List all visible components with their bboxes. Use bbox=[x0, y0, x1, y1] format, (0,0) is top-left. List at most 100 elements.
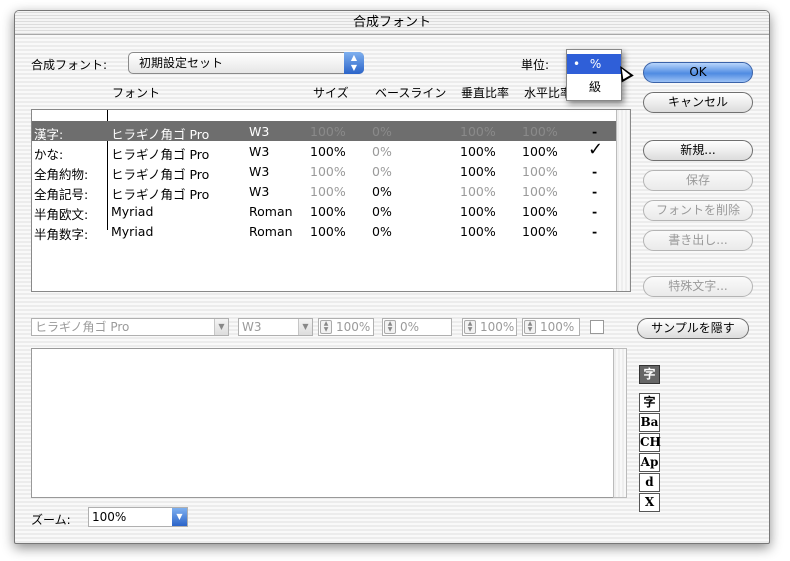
stepper-icon[interactable]: ▲ ▼ bbox=[320, 320, 332, 334]
zoom-field[interactable]: 100% ▼ bbox=[88, 507, 188, 527]
row-font: Myriad bbox=[111, 224, 154, 239]
row-baseline: 0% bbox=[372, 204, 392, 219]
glyph-button[interactable]: d bbox=[639, 473, 660, 492]
unit-option-q[interactable]: 級 bbox=[589, 77, 601, 97]
row-style: W3 bbox=[249, 124, 270, 139]
header-vscale: 垂直比率 bbox=[461, 86, 510, 100]
row-mark: - bbox=[592, 164, 598, 179]
table-row[interactable]: 半角数字: Myriad Roman 100% 0% 100% 100% - bbox=[32, 221, 617, 242]
baseline-field[interactable]: ▲ ▼ 0% bbox=[382, 318, 452, 336]
row-mark: - bbox=[592, 124, 598, 139]
row-hscale: 100% bbox=[522, 204, 558, 219]
stepper-icon[interactable]: ▲ ▼ bbox=[464, 320, 476, 334]
checkbox[interactable] bbox=[590, 320, 604, 334]
row-name: 半角数字: bbox=[34, 227, 89, 242]
header-baseline: ベースライン bbox=[375, 86, 447, 100]
dropdown-arrow-icon: ▼ bbox=[298, 319, 312, 335]
row-hscale: 100% bbox=[522, 164, 558, 179]
save-button[interactable]: 保存 bbox=[643, 170, 753, 191]
export-button[interactable]: 書き出し... bbox=[643, 230, 753, 251]
unit-menu: • % 級 bbox=[566, 49, 622, 101]
cancel-button[interactable]: キャンセル bbox=[643, 92, 753, 113]
preview-scrollbar[interactable] bbox=[613, 348, 627, 498]
glyph-button[interactable]: CH bbox=[639, 433, 661, 452]
glyph-button[interactable]: Ba bbox=[639, 413, 660, 432]
row-vscale: 100% bbox=[460, 184, 496, 199]
row-baseline: 0% bbox=[372, 164, 392, 179]
font-family-value: ヒラギノ角ゴ Pro bbox=[35, 320, 130, 334]
row-baseline: 0% bbox=[372, 224, 392, 239]
row-vscale: 100% bbox=[460, 204, 496, 219]
row-vscale: 100% bbox=[460, 164, 496, 179]
header-font: フォント bbox=[112, 86, 161, 100]
row-mark: - bbox=[592, 204, 598, 219]
hide-sample-button[interactable]: サンプルを隠す bbox=[637, 318, 749, 339]
dropdown-arrow-icon: ▼ bbox=[214, 319, 228, 335]
row-mark: - bbox=[592, 184, 598, 199]
stepper-icon[interactable]: ▲ ▼ bbox=[384, 320, 396, 334]
row-hscale: 100% bbox=[522, 184, 558, 199]
popup-arrows-icon: ▲ ▼ bbox=[344, 52, 364, 74]
special-characters-button[interactable]: 特殊文字... bbox=[643, 276, 753, 297]
baseline-value: 0% bbox=[400, 320, 420, 334]
size-value: 100% bbox=[336, 320, 371, 334]
font-style-field[interactable]: W3 ▼ bbox=[238, 318, 313, 336]
font-style-value: W3 bbox=[242, 320, 262, 334]
vscale-field[interactable]: ▲ ▼ 100% bbox=[462, 318, 517, 336]
new-button[interactable]: 新規... bbox=[643, 140, 753, 161]
row-hscale: 100% bbox=[522, 224, 558, 239]
table-row[interactable]: かな: ヒラギノ角ゴ Pro W3 100% 0% 100% 100% ✓ bbox=[32, 139, 617, 162]
size-field[interactable]: ▲ ▼ 100% bbox=[318, 318, 374, 336]
row-baseline: 0% bbox=[372, 124, 392, 139]
composite-font-label: 合成フォント: bbox=[31, 58, 108, 72]
ok-button[interactable]: OK bbox=[643, 62, 753, 83]
unit-option-percent[interactable]: • % bbox=[567, 54, 621, 74]
row-vscale: 100% bbox=[460, 124, 496, 139]
row-baseline: 0% bbox=[372, 144, 392, 159]
table-row[interactable]: 全角約物: ヒラギノ角ゴ Pro W3 100% 0% 100% 100% - bbox=[32, 161, 617, 182]
table-row[interactable]: 全角記号: ヒラギノ角ゴ Pro W3 100% 0% 100% 100% - bbox=[32, 181, 617, 202]
row-style: W3 bbox=[249, 184, 270, 199]
dropdown-arrow-icon: ▼ bbox=[172, 508, 187, 526]
table-scrollbar[interactable] bbox=[616, 110, 630, 291]
header-size: サイズ bbox=[313, 86, 349, 100]
font-settings-table: 漢字: ヒラギノ角ゴ Pro W3 100% 0% 100% 100% - かな… bbox=[31, 109, 631, 292]
hscale-value: 100% bbox=[540, 320, 575, 334]
row-size: 100% bbox=[310, 204, 346, 219]
row-style: W3 bbox=[249, 144, 270, 159]
delete-font-button[interactable]: フォントを削除 bbox=[643, 200, 753, 221]
unit-option-label: % bbox=[589, 57, 602, 71]
row-font: Myriad bbox=[111, 204, 154, 219]
glyph-button[interactable]: X bbox=[639, 493, 660, 512]
row-size: 100% bbox=[310, 184, 346, 199]
table-row[interactable]: 漢字: ヒラギノ角ゴ Pro W3 100% 0% 100% 100% - bbox=[32, 121, 617, 142]
composite-font-value: 初期設定セット bbox=[139, 56, 224, 70]
check-mark-icon: ✓ bbox=[588, 139, 604, 160]
row-vscale: 100% bbox=[460, 144, 496, 159]
hscale-field[interactable]: ▲ ▼ 100% bbox=[522, 318, 580, 336]
composite-font-popup[interactable]: 初期設定セット ▲ ▼ bbox=[128, 52, 364, 74]
row-style: Roman bbox=[249, 204, 293, 219]
table-row[interactable]: 半角欧文: Myriad Roman 100% 0% 100% 100% - bbox=[32, 201, 617, 222]
unit-label: 単位: bbox=[521, 58, 550, 72]
zoom-label: ズーム: bbox=[31, 513, 71, 527]
vscale-value: 100% bbox=[480, 320, 515, 334]
row-hscale: 100% bbox=[522, 124, 558, 139]
row-baseline: 0% bbox=[372, 184, 392, 199]
font-family-field[interactable]: ヒラギノ角ゴ Pro ▼ bbox=[31, 318, 229, 336]
stepper-icon[interactable]: ▲ ▼ bbox=[524, 320, 536, 334]
row-mark: - bbox=[592, 224, 598, 239]
row-size: 100% bbox=[310, 144, 346, 159]
window-title: 合成フォント bbox=[15, 11, 769, 35]
glyph-button[interactable]: 字 bbox=[639, 393, 660, 412]
row-style: W3 bbox=[249, 164, 270, 179]
row-style: Roman bbox=[249, 224, 293, 239]
glyph-button[interactable]: Ap bbox=[639, 453, 660, 472]
composite-font-dialog: 合成フォント 合成フォント: 初期設定セット ▲ ▼ 単位: フォント サイズ ベ… bbox=[14, 10, 770, 544]
glyph-button[interactable]: 字 bbox=[639, 365, 660, 384]
sample-preview-area bbox=[31, 348, 625, 498]
row-vscale: 100% bbox=[460, 224, 496, 239]
row-size: 100% bbox=[310, 164, 346, 179]
row-size: 100% bbox=[310, 224, 346, 239]
zoom-value: 100% bbox=[92, 510, 127, 524]
